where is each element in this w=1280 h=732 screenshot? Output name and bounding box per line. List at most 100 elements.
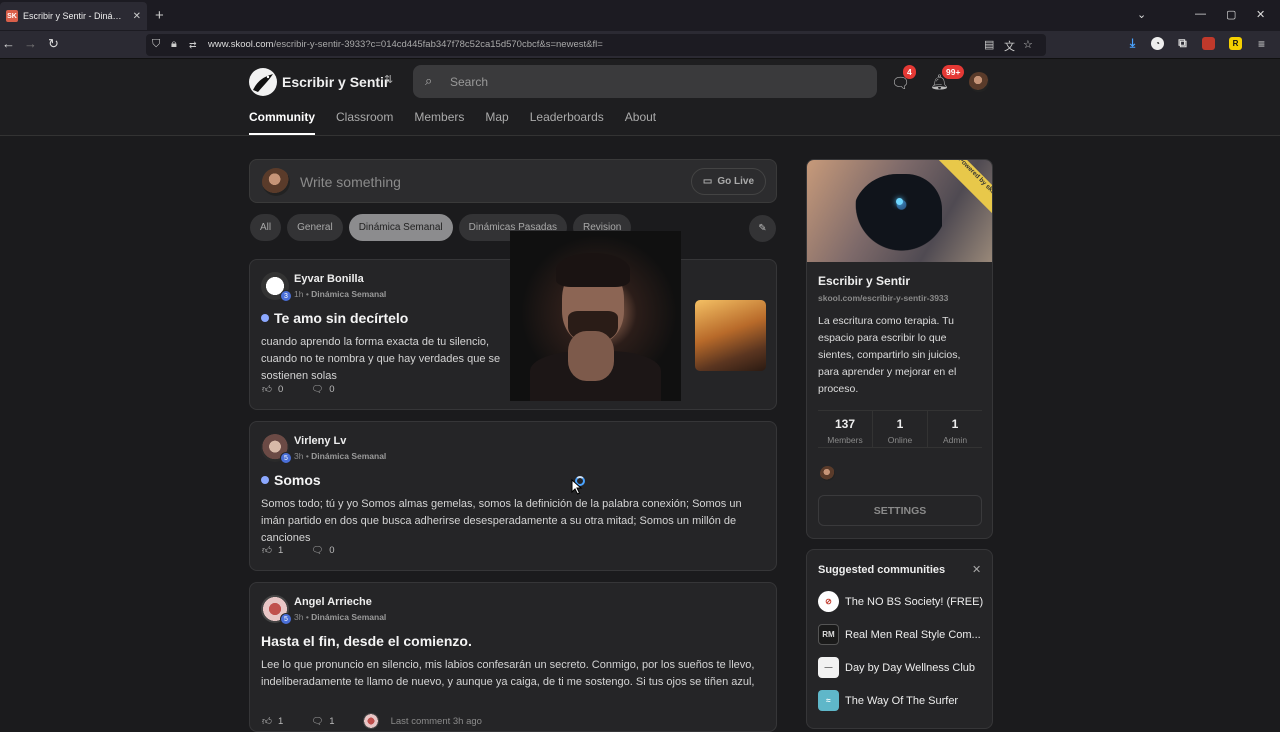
user-avatar[interactable] — [969, 72, 989, 92]
level-badge: 5 — [280, 613, 292, 625]
post-title[interactable]: Hasta el fin, desde el comienzo. — [261, 633, 472, 649]
download-icon[interactable]: ⤓ — [1126, 36, 1139, 50]
tab-members[interactable]: Members — [414, 110, 464, 135]
maximize-icon[interactable]: ▢ — [1226, 8, 1236, 21]
comment-icon[interactable]: 🗨︎ — [311, 545, 323, 556]
url-field[interactable]: ⛉ 🔒︎ ⇄ www.skool.com/escribir-y-sentir-3… — [146, 34, 1046, 56]
search-placeholder: Search — [450, 75, 489, 89]
post-body: cuando aprendo la forma exacta de tu sil… — [261, 336, 501, 382]
like-icon[interactable]: 👍︎ — [262, 544, 272, 556]
close-window-icon[interactable]: ✕ — [1256, 8, 1265, 21]
comment-count: 0 — [329, 544, 335, 556]
composer-avatar — [262, 168, 290, 196]
mouse-cursor-icon — [571, 479, 583, 495]
post-body: Lee lo que pronuncio en silencio, mis la… — [261, 659, 755, 688]
extensions-puzzle-icon[interactable]: ⧉ — [1176, 36, 1189, 50]
filter-general[interactable]: General — [287, 214, 343, 241]
suggested-item[interactable]: ≈ The Way Of The Surfer — [818, 690, 958, 711]
community-logo[interactable] — [249, 68, 277, 96]
close-icon[interactable]: ✕ — [972, 563, 981, 576]
extension-badge-icon[interactable] — [1202, 37, 1215, 50]
post-actions: 👍︎ 0 🗨︎ 0 — [262, 383, 335, 396]
tab-list-icon[interactable]: ⌄ — [1137, 8, 1146, 21]
back-icon[interactable]: ← — [2, 36, 15, 51]
search-icon: ⌕ — [425, 73, 433, 88]
community-about-card: Powered by skool Escribir y Sentir skool… — [806, 159, 993, 539]
new-tab-icon[interactable]: + — [155, 7, 164, 24]
translate-icon[interactable]: 文 — [1004, 38, 1015, 54]
tab-map[interactable]: Map — [485, 110, 508, 135]
last-comment-text: Last comment 3h ago — [390, 715, 482, 727]
post-meta: 3h • Dinámica Semanal — [294, 612, 387, 622]
comment-count: 0 — [329, 383, 335, 395]
skool-app: Escribir y Sentir ⇅ ⌕ Search 🗨︎ 4 🔔︎ 99+… — [0, 59, 1280, 732]
post-title[interactable]: Somos — [261, 472, 321, 488]
browser-tab[interactable]: SK Escribir y Sentir - Dinámica Semanal … — [0, 2, 147, 30]
level-badge: 5 — [280, 452, 292, 464]
post-meta: 1h • Dinámica Semanal — [294, 289, 387, 299]
chat-badge: 4 — [903, 65, 916, 79]
like-count: 0 — [277, 383, 284, 395]
post-card[interactable]: 5 Angel Arrieche 3h • Dinámica Semanal H… — [249, 582, 777, 732]
author-name[interactable]: Virleny Lv — [294, 435, 346, 447]
minimize-icon[interactable]: — — [1195, 8, 1206, 20]
reader-view-icon[interactable]: ▤ — [984, 38, 994, 51]
post-body: Somos todo; tú y yo Somos almas gemelas,… — [261, 498, 742, 544]
no-bs-society-icon: ⊘ — [818, 591, 839, 612]
unread-dot-icon — [261, 314, 269, 322]
stat-members[interactable]: 137 Members — [818, 411, 873, 447]
go-live-button[interactable]: ▭ Go Live — [691, 168, 766, 195]
settings-button[interactable]: SETTINGS — [818, 495, 982, 526]
suggested-item[interactable]: ⊘ The NO BS Society! (FREE) — [818, 591, 983, 612]
community-description: La escritura como terapia. Tu espacio pa… — [818, 315, 961, 395]
post-actions: 👍︎ 1 🗨︎ 0 — [262, 544, 335, 557]
suggested-item[interactable]: — Day by Day Wellness Club — [818, 657, 975, 678]
pin-filter-icon[interactable]: ✎ — [749, 215, 776, 242]
reload-icon[interactable]: ↻ — [48, 36, 59, 52]
suggested-item[interactable]: RM Real Men Real Style Com... — [818, 624, 981, 645]
stat-online[interactable]: 1 Online — [873, 411, 928, 447]
permissions-icon[interactable]: ⇄ — [189, 40, 197, 51]
community-nav: Community Classroom Members Map Leaderbo… — [249, 110, 656, 135]
unread-dot-icon — [261, 476, 269, 484]
community-switcher-icon[interactable]: ⇅ — [384, 73, 393, 86]
community-name[interactable]: Escribir y Sentir — [282, 74, 389, 90]
like-icon[interactable]: 👍︎ — [262, 383, 272, 395]
way-of-the-surfer-icon: ≈ — [818, 690, 839, 711]
stat-admin[interactable]: 1 Admin — [928, 411, 982, 447]
bookmark-star-icon[interactable]: ☆ — [1023, 38, 1033, 51]
filter-all[interactable]: All — [250, 214, 282, 241]
author-name[interactable]: Angel Arrieche — [294, 596, 372, 608]
post-composer[interactable]: Write something ▭ Go Live — [249, 159, 777, 203]
tab-leaderboards[interactable]: Leaderboards — [530, 110, 604, 135]
last-commenter-avatar[interactable] — [362, 713, 379, 729]
comment-icon[interactable]: 🗨︎ — [311, 384, 323, 395]
post-thumbnail[interactable] — [695, 300, 766, 371]
post-title[interactable]: Te amo sin decírtelo — [261, 310, 408, 326]
menu-icon[interactable]: ≡ — [1255, 37, 1268, 51]
url-text: www.skool.com/escribir-y-sentir-3933?c=0… — [208, 39, 603, 50]
post-card[interactable]: 5 Virleny Lv 3h • Dinámica Semanal Somos… — [249, 421, 777, 571]
extension-clock-icon[interactable]: ◔ — [1151, 37, 1164, 50]
community-stats: 137 Members 1 Online 1 Admin — [818, 410, 982, 448]
forward-icon[interactable]: → — [24, 36, 37, 51]
search-input[interactable]: ⌕ Search — [413, 65, 877, 98]
tab-community[interactable]: Community — [249, 110, 315, 135]
day-by-day-icon: — — [818, 657, 839, 678]
tab-classroom[interactable]: Classroom — [336, 110, 393, 135]
lock-icon[interactable]: 🔒︎ — [171, 38, 177, 51]
shield-icon[interactable]: ⛉ — [152, 38, 160, 51]
like-icon[interactable]: 👍︎ — [262, 715, 272, 727]
community-cover-image[interactable]: Powered by skool — [807, 160, 992, 262]
close-tab-icon[interactable]: ✕ — [133, 11, 141, 22]
author-name[interactable]: Eyvar Bonilla — [294, 273, 364, 285]
extension-r-icon[interactable]: R — [1229, 37, 1242, 50]
member-avatar[interactable] — [820, 466, 835, 481]
community-url[interactable]: skool.com/escribir-y-sentir-3933 — [818, 293, 948, 303]
tab-title: Escribir y Sentir - Dinámica Semanal — [23, 11, 129, 21]
tab-about[interactable]: About — [625, 110, 656, 135]
browser-toolbar: ← → ↻ ⛉ 🔒︎ ⇄ www.skool.com/escribir-y-se… — [0, 31, 1280, 73]
suggested-communities: Suggested communities ✕ ⊘ The NO BS Soci… — [806, 549, 993, 729]
comment-icon[interactable]: 🗨︎ — [311, 716, 323, 727]
filter-dinamica-semanal[interactable]: Dinámica Semanal — [348, 214, 453, 241]
